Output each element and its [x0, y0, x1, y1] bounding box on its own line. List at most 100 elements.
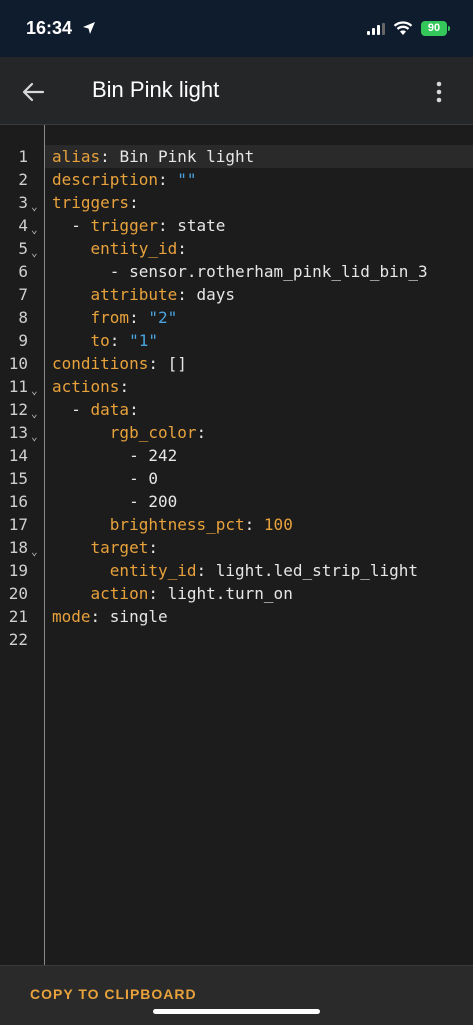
line-number: 7 [18, 285, 28, 304]
line-number: 3 [18, 193, 28, 212]
line-number: 13 [8, 423, 28, 442]
cellular-signal-icon [367, 23, 385, 35]
yaml-key: entity_id [90, 239, 178, 258]
fold-chevron-icon[interactable]: ⌄ [31, 425, 38, 448]
yaml-key: target [90, 538, 149, 557]
copy-to-clipboard-button[interactable]: COPY TO CLIPBOARD [30, 986, 197, 1002]
yaml-key: conditions [52, 354, 149, 373]
yaml-key: trigger [90, 216, 158, 235]
yaml-separator: : [148, 538, 158, 557]
code-line[interactable]: conditions: [] [52, 352, 187, 375]
arrow-left-icon[interactable] [16, 75, 50, 109]
code-line[interactable]: - 0 [52, 467, 158, 490]
code-line[interactable]: to: "1" [52, 329, 158, 352]
yaml-key: actions [52, 377, 120, 396]
code-line[interactable]: target: [52, 536, 158, 559]
fold-chevron-icon[interactable]: ⌄ [31, 218, 38, 241]
yaml-value: "" [177, 170, 197, 189]
line-number: 1 [18, 147, 28, 166]
fold-chevron-icon[interactable]: ⌄ [31, 195, 38, 218]
yaml-value: "1" [129, 331, 158, 350]
line-number: 18 [8, 538, 28, 557]
code-line[interactable]: from: "2" [52, 306, 178, 329]
status-time: 16:34 [26, 18, 73, 38]
code-line[interactable]: action: light.turn_on [52, 582, 293, 605]
yaml-value: 0 [148, 469, 158, 488]
yaml-value: Bin Pink light [119, 147, 255, 166]
code-line[interactable]: rgb_color: [52, 421, 206, 444]
code-line[interactable]: attribute: days [52, 283, 236, 306]
code-line[interactable]: - 242 [52, 444, 177, 467]
line-number: 8 [18, 308, 28, 327]
yaml-value: [] [167, 354, 187, 373]
bottom-bar: COPY TO CLIPBOARD [0, 965, 473, 1025]
yaml-separator: : [196, 423, 207, 442]
yaml-key: attribute [90, 285, 178, 304]
yaml-value: 100 [263, 515, 293, 534]
yaml-key: from [90, 308, 130, 327]
yaml-value: "2" [148, 308, 178, 327]
code-indent: - [52, 400, 91, 419]
yaml-value: light.led_strip_light [215, 561, 419, 580]
yaml-key: data [90, 400, 130, 419]
code-line[interactable]: triggers: [52, 191, 139, 214]
yaml-separator: : [129, 308, 149, 327]
line-number: 22 [8, 630, 28, 649]
home-indicator [153, 1009, 320, 1014]
fold-chevron-icon[interactable]: ⌄ [31, 402, 38, 425]
line-number: 5 [18, 239, 28, 258]
code-line[interactable]: entity_id: [52, 237, 187, 260]
code-line[interactable]: entity_id: light.led_strip_light [52, 559, 418, 582]
yaml-key: entity_id [109, 561, 197, 580]
fold-chevron-icon[interactable]: ⌄ [31, 379, 38, 402]
more-vertical-icon[interactable] [428, 75, 450, 109]
code-line[interactable]: brightness_pct: 100 [52, 513, 293, 536]
line-number: 11 [8, 377, 28, 396]
yaml-separator: : [148, 584, 168, 603]
line-number: 2 [18, 170, 28, 189]
yaml-separator: : [157, 216, 178, 235]
line-number: 9 [18, 331, 28, 350]
battery-indicator: 90 [421, 21, 447, 36]
code-line[interactable]: alias: Bin Pink light [52, 145, 254, 168]
yaml-value: single [109, 607, 168, 626]
yaml-separator: : [148, 354, 168, 373]
yaml-separator: : [129, 400, 139, 419]
battery-tip [448, 26, 450, 31]
yaml-key: rgb_color [109, 423, 197, 442]
line-number: 16 [8, 492, 28, 511]
fold-chevron-icon[interactable]: ⌄ [31, 540, 38, 563]
code-line[interactable]: - trigger: state [52, 214, 225, 237]
yaml-separator: : [177, 285, 197, 304]
code-indent: - [52, 216, 91, 235]
yaml-value: light.turn_on [167, 584, 293, 603]
line-number: 14 [8, 446, 28, 465]
yaml-separator: : [109, 331, 130, 350]
app-bar-surface: Bin Pink light [0, 57, 473, 124]
code-line[interactable]: actions: [52, 375, 129, 398]
code-line[interactable]: - sensor.rotherham_pink_lid_bin_3 [52, 260, 428, 283]
fold-chevron-icon[interactable]: ⌄ [31, 241, 38, 264]
code-line[interactable]: description: "" [52, 168, 197, 191]
code-line[interactable]: mode: single [52, 605, 168, 628]
yaml-key: brightness_pct [109, 515, 245, 534]
yaml-editor[interactable]: 1 alias: Bin Pink light 2 description: "" 3 ⌄… [0, 125, 473, 965]
code-line[interactable]: - data: [52, 398, 139, 421]
location-arrow-icon [83, 22, 95, 34]
yaml-separator: : [244, 515, 264, 534]
code-indent: - [52, 492, 149, 511]
page-title: Bin Pink light [92, 77, 220, 102]
line-number: 10 [8, 354, 28, 373]
line-number: 19 [8, 561, 28, 580]
code-indent: - [52, 262, 130, 281]
wifi-icon [393, 21, 413, 35]
line-number: 20 [8, 584, 28, 603]
code-line[interactable]: - 200 [52, 490, 177, 513]
yaml-separator: : [196, 561, 216, 580]
yaml-key: action [90, 584, 149, 603]
